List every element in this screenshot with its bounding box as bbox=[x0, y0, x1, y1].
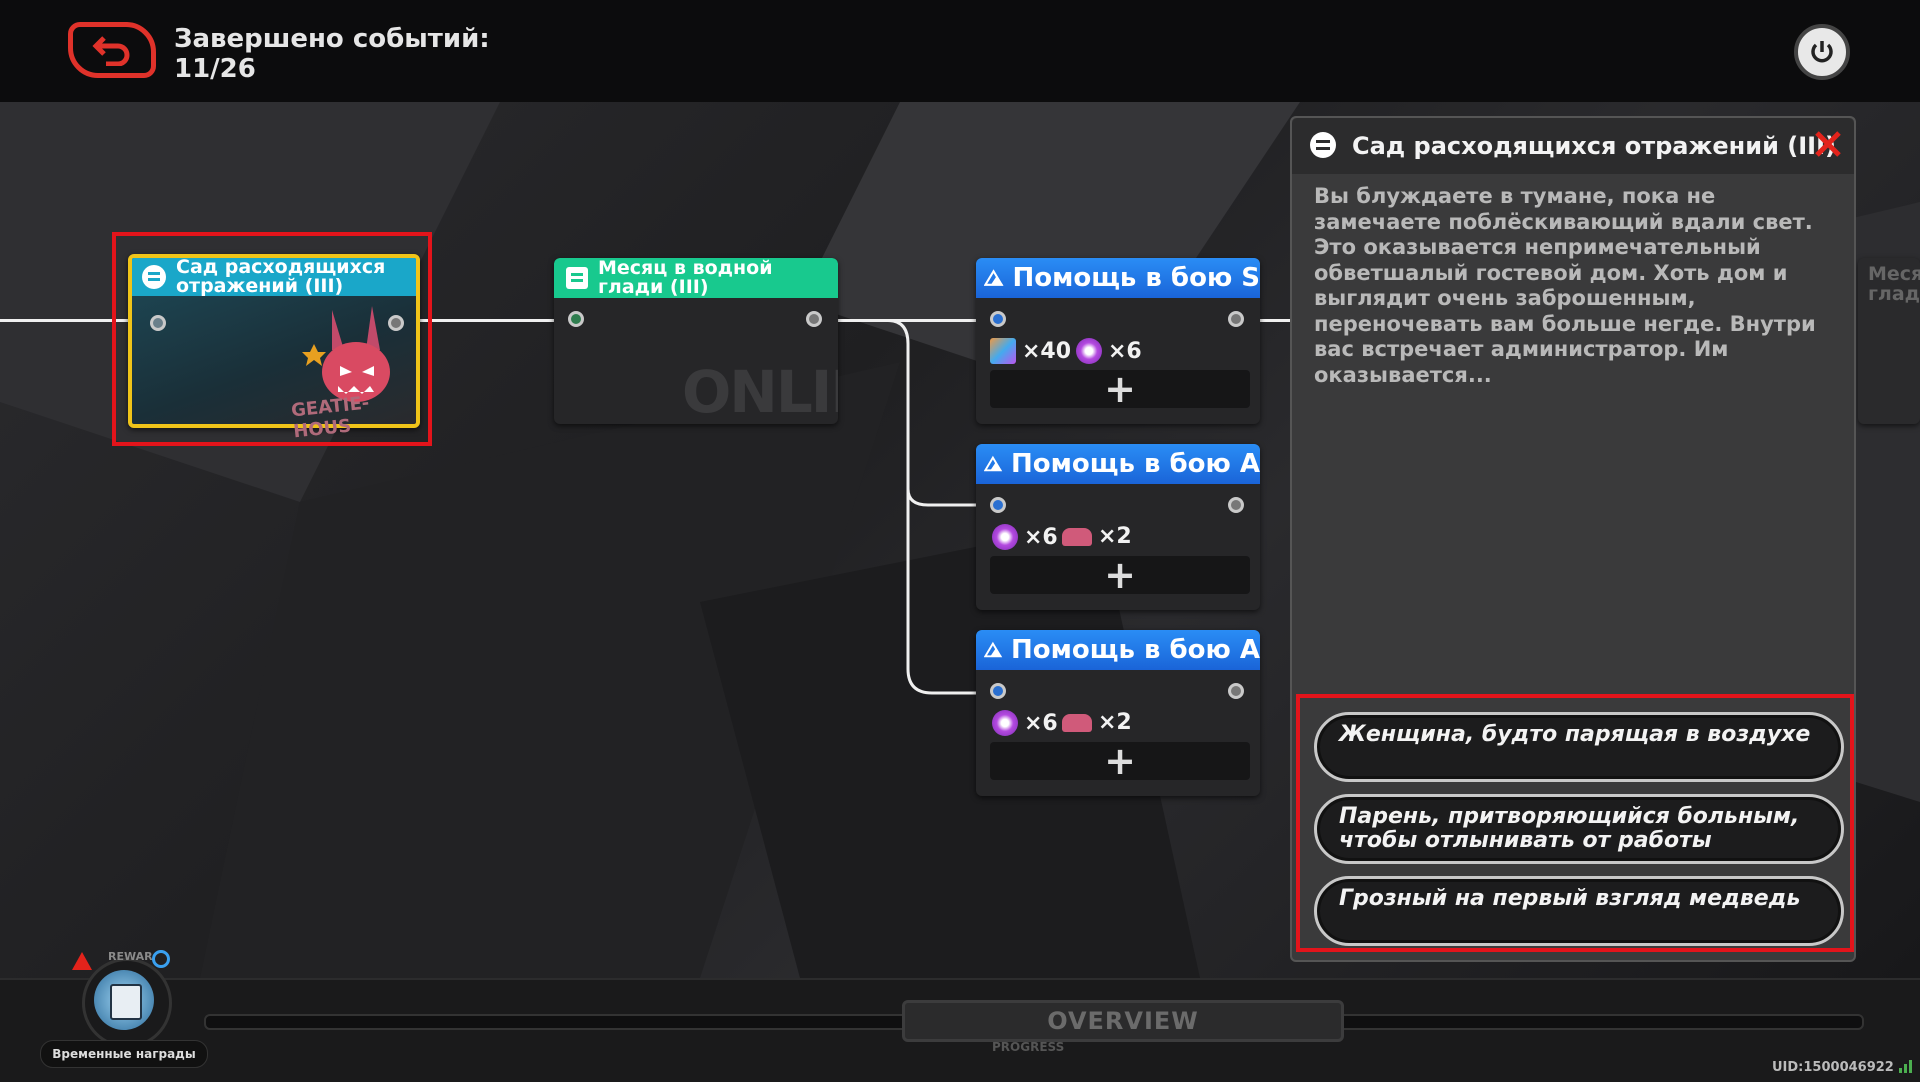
node-header: Месяц в водной глади (III) bbox=[554, 258, 838, 298]
story-icon bbox=[1310, 132, 1336, 158]
input-port bbox=[990, 311, 1006, 327]
connector-line bbox=[1258, 319, 1292, 322]
add-button[interactable]: + bbox=[990, 367, 1250, 411]
output-port bbox=[806, 311, 822, 327]
reward-qty: ×2 bbox=[1098, 524, 1132, 549]
choice-option-1[interactable]: Женщина, будто парящая в воздухе bbox=[1314, 712, 1844, 782]
choice-option-3[interactable]: Грозный на первый взгляд медведь bbox=[1314, 876, 1844, 946]
combat-icon bbox=[984, 641, 1003, 658]
output-port bbox=[1228, 683, 1244, 699]
panel-title: Сад расходящихся отражений (III) bbox=[1352, 132, 1836, 160]
input-port bbox=[150, 315, 166, 331]
uid-label: UID:1500046922 bbox=[1772, 1060, 1894, 1075]
polychrome-icon bbox=[992, 524, 1018, 550]
event-node-garden[interactable]: Сад расходящихся отражений (III) GEATIE-… bbox=[128, 254, 420, 442]
input-port bbox=[990, 683, 1006, 699]
node-header: Помощь в бою A bbox=[976, 630, 1260, 670]
polychrome-icon bbox=[1076, 338, 1102, 364]
add-button[interactable]: + bbox=[990, 739, 1250, 783]
reward-qty: ×40 bbox=[1022, 338, 1072, 364]
top-bar: Завершено событий: 11/26 bbox=[0, 0, 1920, 102]
node-title: Месяц в водной глади (III) bbox=[598, 258, 773, 298]
input-port bbox=[568, 311, 584, 327]
choice-option-label: Парень, притворяющийся больным, чтобы от… bbox=[1339, 804, 1800, 853]
back-button[interactable] bbox=[68, 22, 156, 78]
signal-icon bbox=[1899, 1060, 1912, 1073]
reward-qty: ×6 bbox=[1024, 524, 1058, 550]
events-progress: Завершено событий: 11/26 bbox=[174, 24, 490, 84]
film-icon bbox=[990, 338, 1016, 364]
reward-qty: ×6 bbox=[1108, 338, 1142, 364]
connector-line bbox=[0, 319, 130, 322]
rewards-disc-icon bbox=[94, 970, 154, 1030]
overview-label: OVERVIEW bbox=[1047, 1007, 1199, 1035]
story-icon bbox=[566, 267, 588, 289]
events-label: Завершено событий: bbox=[174, 24, 490, 54]
branch-connector bbox=[838, 319, 978, 695]
reward-qty: ×2 bbox=[1098, 710, 1132, 735]
output-port bbox=[1228, 497, 1244, 513]
event-node-combat-s[interactable]: Помощь в бою S ×40 ×6 + bbox=[976, 258, 1260, 424]
reward-item: ×40 bbox=[990, 338, 1071, 364]
output-port bbox=[1228, 311, 1244, 327]
event-node-combat-a[interactable]: Помощь в бою A ×6 ×2 + bbox=[976, 444, 1260, 610]
reward-item: ×2 bbox=[1062, 524, 1132, 549]
node-title: Помощь в бою A bbox=[1011, 449, 1260, 479]
story-icon bbox=[142, 265, 166, 289]
temporary-rewards-label: Временные награды bbox=[40, 1040, 208, 1068]
node-watermark: ONLIN bbox=[682, 358, 838, 424]
add-button[interactable]: + bbox=[990, 553, 1250, 597]
close-icon bbox=[1815, 131, 1841, 157]
combat-icon bbox=[984, 455, 1003, 472]
polychrome-icon bbox=[992, 710, 1018, 736]
node-title: Помощь в бою S bbox=[1012, 263, 1260, 293]
ticket-icon bbox=[110, 984, 142, 1020]
partial-node-title: Меся глад bbox=[1868, 263, 1920, 305]
close-button[interactable] bbox=[1812, 128, 1844, 160]
progress-label: PROGRESS bbox=[992, 1040, 1065, 1054]
node-header: Помощь в бою S bbox=[976, 258, 1260, 298]
event-node-partial[interactable]: Меся глад bbox=[1858, 258, 1920, 424]
reward-qty: ×6 bbox=[1024, 710, 1058, 736]
overview-button[interactable]: OVERVIEW bbox=[902, 1000, 1344, 1042]
back-arrow-icon bbox=[92, 36, 130, 66]
rewards-badge-text: REWAR bbox=[108, 950, 153, 963]
choice-option-2[interactable]: Парень, притворяющийся больным, чтобы от… bbox=[1314, 794, 1844, 864]
reward-item: ×2 bbox=[1062, 710, 1132, 735]
node-title: Помощь в бою A bbox=[1011, 635, 1260, 665]
car-icon bbox=[1062, 527, 1092, 546]
power-icon bbox=[1811, 41, 1833, 63]
event-node-combat-a[interactable]: Помощь в бою A ×6 ×2 + bbox=[976, 630, 1260, 796]
timer-icon bbox=[152, 950, 170, 968]
car-icon bbox=[1062, 713, 1092, 732]
input-port bbox=[990, 497, 1006, 513]
panel-description: Вы блуждаете в тумане, пока не замечаете… bbox=[1314, 184, 1816, 387]
node-header: Помощь в бою A bbox=[976, 444, 1260, 484]
node-title: Сад расходящихся отражений (III) bbox=[176, 256, 386, 297]
power-button[interactable] bbox=[1794, 24, 1850, 80]
alert-icon bbox=[72, 952, 92, 970]
reward-item: ×6 bbox=[992, 524, 1058, 550]
reward-item: ×6 bbox=[992, 710, 1058, 736]
node-header: Сад расходящихся отражений (III) bbox=[132, 258, 416, 296]
event-node-moon[interactable]: Месяц в водной глади (III) ONLIN bbox=[554, 258, 838, 424]
choice-options-group: Женщина, будто парящая в воздухе Парень,… bbox=[1296, 694, 1854, 952]
connector-line bbox=[420, 319, 556, 322]
reward-item: ×6 bbox=[1076, 338, 1142, 364]
choice-option-label: Грозный на первый взгляд медведь bbox=[1339, 886, 1801, 911]
events-count: 11/26 bbox=[174, 54, 256, 84]
choice-option-label: Женщина, будто парящая в воздухе bbox=[1339, 722, 1811, 747]
combat-icon bbox=[984, 269, 1004, 286]
